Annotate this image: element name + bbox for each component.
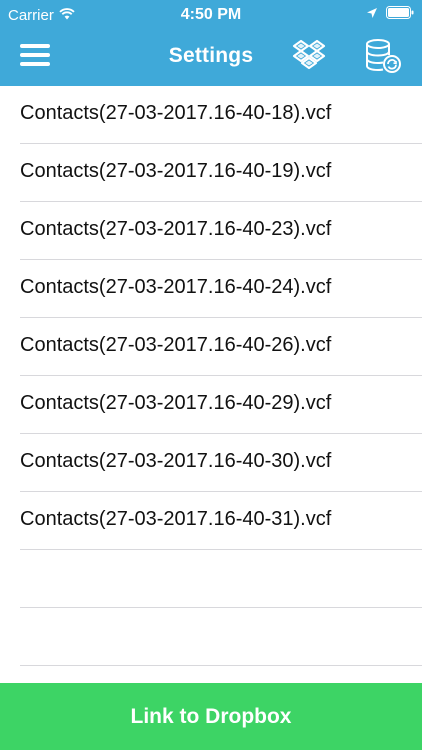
file-name: Contacts(27-03-2017.16-40-26).vcf (20, 334, 332, 356)
database-sync-icon[interactable] (364, 38, 402, 74)
battery-icon (386, 6, 414, 23)
list-item[interactable]: Contacts(27-03-2017.16-40-29).vcf (0, 376, 422, 434)
list-item[interactable]: Contacts(27-03-2017.16-40-26).vcf (0, 318, 422, 376)
file-name: Contacts(27-03-2017.16-40-18).vcf (20, 102, 332, 124)
list-item[interactable]: Contacts(27-03-2017.16-40-23).vcf (0, 202, 422, 260)
status-right (366, 6, 414, 23)
page-title: Settings (168, 44, 254, 67)
status-bar: Carrier 4:50 PM (0, 0, 422, 30)
list-item[interactable]: Contacts(27-03-2017.16-40-30).vcf (0, 434, 422, 492)
list-item[interactable]: Contacts(27-03-2017.16-40-31).vcf (0, 492, 422, 550)
list-item[interactable]: Contacts(27-03-2017.16-40-19).vcf (0, 144, 422, 202)
file-name: Contacts(27-03-2017.16-40-30).vcf (20, 450, 332, 472)
status-time: 4:50 PM (180, 6, 242, 23)
empty-list-row (0, 608, 422, 666)
file-name: Contacts(27-03-2017.16-40-23).vcf (20, 218, 332, 240)
list-item[interactable]: Contacts(27-03-2017.16-40-18).vcf (0, 86, 422, 144)
navigation-bar: Settings (0, 30, 422, 86)
file-list: Contacts(27-03-2017.16-40-18).vcf Contac… (0, 86, 422, 666)
link-to-dropbox-button[interactable]: Link to Dropbox (0, 683, 422, 750)
empty-list-row (0, 550, 422, 608)
file-name: Contacts(27-03-2017.16-40-24).vcf (20, 276, 332, 298)
file-name: Contacts(27-03-2017.16-40-19).vcf (20, 160, 332, 182)
file-name: Contacts(27-03-2017.16-40-31).vcf (20, 508, 332, 530)
file-name: Contacts(27-03-2017.16-40-29).vcf (20, 392, 332, 414)
list-item[interactable]: Contacts(27-03-2017.16-40-24).vcf (0, 260, 422, 318)
dropbox-icon[interactable] (292, 38, 326, 72)
location-arrow-icon (366, 6, 378, 23)
